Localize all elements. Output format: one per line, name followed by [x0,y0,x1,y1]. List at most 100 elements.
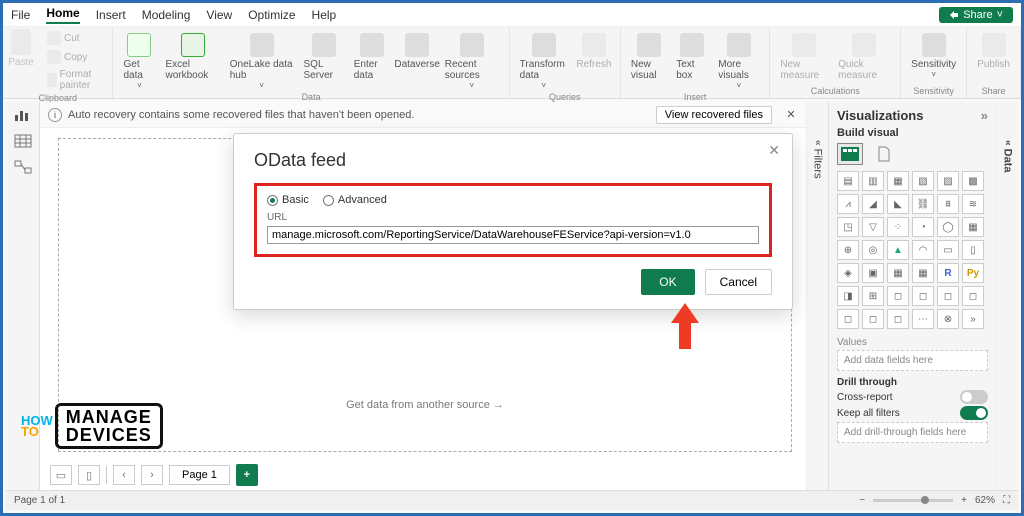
new-measure-button[interactable]: New measure [778,31,830,86]
viz-slicer[interactable]: ▣ [862,263,884,283]
keep-filters-toggle[interactable] [960,406,988,420]
more-visuals-button[interactable]: More visuals˅ [716,31,761,92]
viz-treemap[interactable]: ▦ [962,217,984,237]
viz-line-clustered[interactable]: ⩩ [937,194,959,214]
dataverse-button[interactable]: Dataverse [397,31,436,92]
menu-insert[interactable]: Insert [96,8,126,22]
viz-table[interactable]: ▦ [887,263,909,283]
get-data-button[interactable]: Get data˅ [121,31,157,92]
close-icon[interactable]: ✕ [784,108,798,121]
menu-view[interactable]: View [206,8,232,22]
onelake-button[interactable]: OneLake data hub˅ [228,31,296,92]
viz-powerapps[interactable]: ◻ [862,309,884,329]
viz-automate[interactable]: ◻ [887,309,909,329]
zoom-out-icon[interactable]: − [859,495,865,506]
page-tab-1[interactable]: Page 1 [169,465,230,485]
menu-home[interactable]: Home [46,6,79,24]
mobile-layout-icon[interactable]: ▯ [78,465,100,485]
viz-azure-map[interactable]: ▲ [887,240,909,260]
viz-python[interactable]: Py [962,263,984,283]
viz-donut[interactable]: ◯ [937,217,959,237]
cross-report-toggle[interactable] [960,390,988,404]
canvas-hint[interactable]: Get data from another source → [59,399,791,411]
fit-page-icon[interactable]: ⛶ [1003,495,1010,506]
cancel-button[interactable]: Cancel [705,269,772,295]
filters-pane-collapsed[interactable]: « Filters [806,102,828,490]
prev-page-icon[interactable]: ‹ [113,465,135,485]
menu-optimize[interactable]: Optimize [248,8,295,22]
enter-data-button[interactable]: Enter data [352,31,392,92]
recent-sources-button[interactable]: Recent sources˅ [443,31,501,92]
viz-pie[interactable]: ◔ [912,217,934,237]
text-box-button[interactable]: Text box [674,31,710,92]
excel-button[interactable]: Excel workbook [163,31,221,92]
values-dropzone[interactable]: Add data fields here [837,350,988,371]
add-page-button[interactable]: + [236,464,258,486]
viz-matrix[interactable]: ▦ [912,263,934,283]
quick-measure-button[interactable]: Quick measure [836,31,892,86]
collapse-icon[interactable]: » [981,108,988,123]
viz-filled-map[interactable]: ◎ [862,240,884,260]
viz-scatter[interactable]: ⁘ [887,217,909,237]
zoom-slider[interactable] [873,499,953,502]
viz-arcgis[interactable]: ◻ [837,309,859,329]
ok-button[interactable]: OK [641,269,694,295]
viz-decomposition[interactable]: ⊞ [862,286,884,306]
viz-narrative[interactable]: ◻ [912,286,934,306]
viz-map[interactable]: ⊕ [837,240,859,260]
viz-stacked-column[interactable]: ▥ [862,171,884,191]
refresh-button[interactable]: Refresh [576,31,612,92]
share-button[interactable]: Share ˅ [939,7,1013,23]
radio-advanced[interactable]: Advanced [323,194,387,206]
viz-more[interactable]: ⋯ [912,309,934,329]
viz-paginated[interactable]: ◻ [962,286,984,306]
viz-line[interactable]: ⩘ [837,194,859,214]
paste-button[interactable]: Paste [3,27,39,93]
viz-placeholder2[interactable]: » [962,309,984,329]
viz-stacked-area[interactable]: ◣ [887,194,909,214]
menu-modeling[interactable]: Modeling [142,8,191,22]
viz-line-column[interactable]: ⛓ [912,194,934,214]
viz-waterfall[interactable]: ◳ [837,217,859,237]
viz-clustered-column[interactable]: ▧ [912,171,934,191]
desktop-layout-icon[interactable]: ▭ [50,465,72,485]
viz-area[interactable]: ◢ [862,194,884,214]
viz-goals[interactable]: ◻ [937,286,959,306]
new-visual-button[interactable]: New visual [629,31,668,92]
viz-100-column[interactable]: ▩ [962,171,984,191]
viz-ribbon[interactable]: ≋ [962,194,984,214]
transform-button[interactable]: Transform data˅ [518,31,570,92]
view-recovered-button[interactable]: View recovered files [656,106,772,124]
menu-help[interactable]: Help [312,8,337,22]
viz-100-bar[interactable]: ▨ [937,171,959,191]
format-visual-tab[interactable] [871,143,897,165]
viz-card[interactable]: ▭ [937,240,959,260]
viz-r[interactable]: R [937,263,959,283]
publish-button[interactable]: Publish [975,31,1012,86]
radio-basic[interactable]: Basic [267,194,309,206]
viz-gauge[interactable]: ◠ [912,240,934,260]
build-visual-tab[interactable] [837,143,863,165]
viz-multi-card[interactable]: ▯ [962,240,984,260]
drill-dropzone[interactable]: Add drill-through fields here [837,422,988,443]
menu-file[interactable]: File [11,8,30,22]
sql-button[interactable]: SQL Server [302,31,346,92]
copy-button[interactable]: Copy [45,48,106,66]
viz-clustered-bar[interactable]: ▦ [887,171,909,191]
data-view-icon[interactable] [14,134,32,148]
model-view-icon[interactable] [14,160,32,174]
viz-key-influencers[interactable]: ◨ [837,286,859,306]
data-pane-collapsed[interactable]: « Data [996,102,1018,490]
dialog-close-icon[interactable]: ✕ [768,142,780,159]
viz-placeholder[interactable]: ⊗ [937,309,959,329]
next-page-icon[interactable]: › [141,465,163,485]
viz-funnel[interactable]: ▽ [862,217,884,237]
format-painter-button[interactable]: Format painter [45,67,106,93]
sensitivity-button[interactable]: Sensitivity˅ [909,31,958,86]
zoom-in-icon[interactable]: + [961,495,967,506]
viz-qna[interactable]: ◻ [887,286,909,306]
viz-kpi[interactable]: ◈ [837,263,859,283]
url-input[interactable] [267,226,759,244]
cut-button[interactable]: Cut [45,29,106,47]
report-view-icon[interactable] [14,108,32,122]
